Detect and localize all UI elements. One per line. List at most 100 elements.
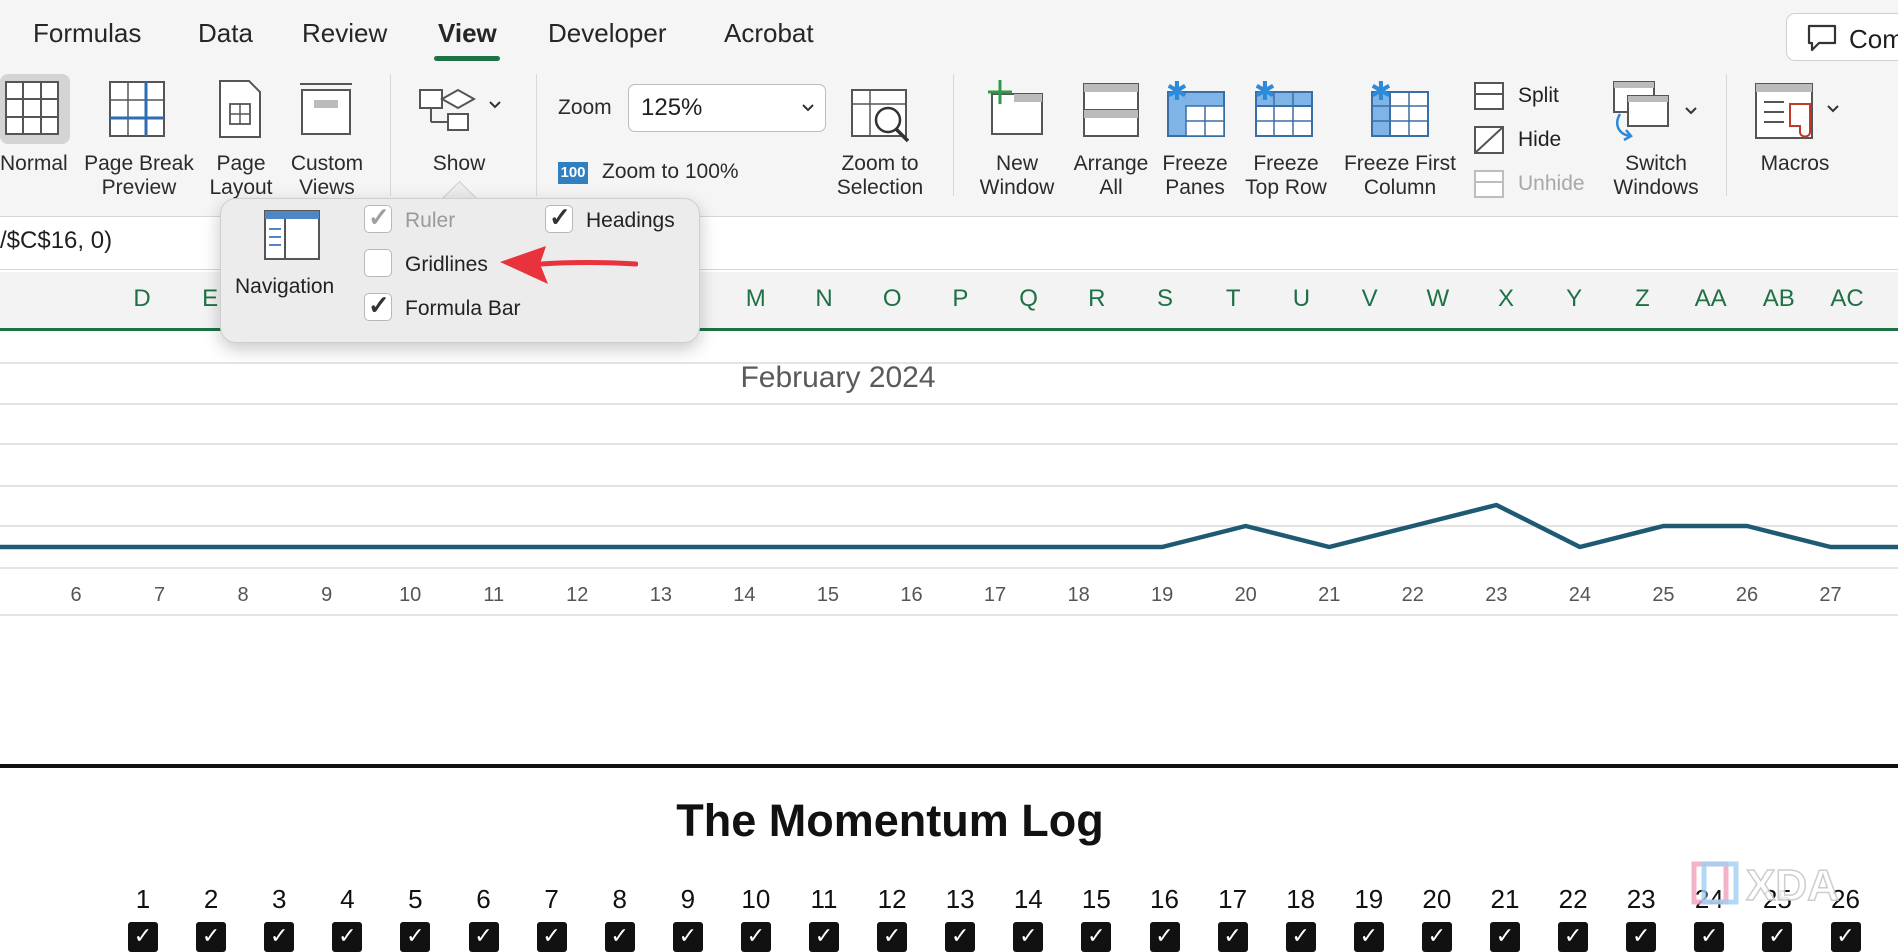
- x-tick-label: 6: [70, 584, 81, 606]
- day-checkbox[interactable]: ✓: [1626, 922, 1657, 952]
- column-header[interactable]: S: [1135, 285, 1195, 313]
- day-checkbox[interactable]: ✓: [1421, 922, 1452, 952]
- x-tick-label: 14: [733, 584, 755, 606]
- freeze-top-row-button[interactable]: ✱: [1252, 77, 1314, 138]
- day-number: 5: [408, 884, 423, 914]
- column-header[interactable]: W: [1408, 285, 1468, 313]
- day-checkbox[interactable]: ✓: [468, 922, 499, 952]
- column-header[interactable]: R: [1067, 285, 1127, 313]
- tab-data[interactable]: Data: [198, 18, 253, 49]
- tab-acrobat[interactable]: Acrobat: [724, 18, 814, 49]
- day-checkbox[interactable]: ✓: [1149, 922, 1180, 952]
- column-header[interactable]: M: [726, 285, 786, 313]
- svg-text:✱: ✱: [1166, 78, 1188, 107]
- day-checkbox[interactable]: ✓: [1013, 922, 1044, 952]
- day-checkbox[interactable]: ✓: [1694, 922, 1725, 952]
- normal-view-button[interactable]: [0, 74, 70, 144]
- day-checkbox[interactable]: ✓: [1285, 922, 1316, 952]
- page-layout-label: Page Layout: [209, 152, 273, 199]
- day-checkbox[interactable]: ✓: [945, 922, 976, 952]
- day-checkbox[interactable]: ✓: [740, 922, 771, 952]
- custom-views-button[interactable]: [296, 80, 356, 138]
- page-layout-button[interactable]: [217, 78, 263, 140]
- unhide-icon: [1474, 170, 1504, 198]
- day-checkbox[interactable]: ✓: [1217, 922, 1248, 952]
- column-header[interactable]: Q: [999, 285, 1059, 313]
- zoom-to-selection-button[interactable]: [850, 88, 912, 144]
- normal-view-icon: [5, 81, 59, 135]
- zoom-to-100-button[interactable]: 100 Zoom to 100%: [556, 160, 756, 190]
- navigation-button[interactable]: Navigation: [235, 209, 343, 309]
- column-header[interactable]: D: [112, 285, 172, 313]
- column-header[interactable]: AC: [1817, 285, 1877, 313]
- column-header[interactable]: Y: [1544, 285, 1604, 313]
- annotation-arrow-icon: [500, 246, 638, 284]
- day-checkbox[interactable]: ✓: [536, 922, 567, 952]
- split-icon: [1474, 82, 1504, 110]
- formula-bar-checkbox[interactable]: [364, 290, 392, 321]
- column-header[interactable]: V: [1340, 285, 1400, 313]
- column-header[interactable]: AA: [1681, 285, 1741, 313]
- switch-windows-button[interactable]: [1610, 80, 1700, 142]
- freeze-panes-button[interactable]: ✱: [1164, 77, 1226, 138]
- day-checkbox[interactable]: ✓: [196, 922, 227, 952]
- tab-view[interactable]: View: [438, 18, 497, 49]
- x-tick-label: 27: [1819, 584, 1841, 606]
- column-header[interactable]: X: [1476, 285, 1536, 313]
- day-number: 4: [340, 884, 355, 914]
- unhide-button[interactable]: Unhide: [1474, 170, 1604, 200]
- freeze-first-column-button[interactable]: ✱: [1368, 77, 1430, 138]
- day-checkbox[interactable]: ✓: [1830, 922, 1861, 952]
- page-break-preview-button[interactable]: [108, 80, 166, 138]
- day-number: 14: [1013, 884, 1043, 914]
- chevron-down-icon: [1685, 107, 1697, 115]
- gridlines-checkbox[interactable]: [364, 249, 392, 277]
- tab-formulas[interactable]: Formulas: [33, 18, 141, 49]
- split-button[interactable]: Split: [1474, 82, 1594, 112]
- day-checkbox[interactable]: ✓: [264, 922, 295, 952]
- zoom-100-icon: 100: [558, 162, 588, 184]
- day-checkbox[interactable]: ✓: [672, 922, 703, 952]
- chevron-down-icon: [802, 104, 814, 112]
- ruler-checkbox[interactable]: [364, 202, 392, 233]
- day-number: 2: [203, 884, 219, 914]
- arrange-all-button[interactable]: [1082, 82, 1140, 138]
- new-window-label: New Window: [979, 152, 1055, 199]
- comments-button[interactable]: Com: [1786, 13, 1898, 61]
- show-icon: [419, 88, 477, 131]
- column-header[interactable]: N: [794, 285, 854, 313]
- show-button[interactable]: [418, 84, 504, 136]
- column-header[interactable]: T: [1203, 285, 1263, 313]
- day-checkbox[interactable]: ✓: [332, 922, 363, 952]
- day-checkbox[interactable]: ✓: [809, 922, 839, 952]
- day-checkbox[interactable]: ✓: [1762, 922, 1793, 952]
- macros-button[interactable]: [1754, 82, 1844, 142]
- column-header[interactable]: AB: [1749, 285, 1809, 313]
- day-checkbox[interactable]: ✓: [604, 922, 635, 952]
- headings-checkbox[interactable]: [545, 202, 573, 233]
- svg-text:✱: ✱: [1370, 78, 1392, 107]
- day-checkbox[interactable]: ✓: [1081, 922, 1112, 952]
- column-header[interactable]: O: [862, 285, 922, 313]
- column-header[interactable]: U: [1271, 285, 1331, 313]
- day-checkbox[interactable]: ✓: [400, 922, 431, 952]
- day-number: 10: [741, 884, 771, 914]
- zoom-select[interactable]: 125%: [628, 84, 826, 132]
- ribbon: Normal Page Break Preview Page Layout Cu…: [0, 66, 1898, 217]
- day-checkbox[interactable]: ✓: [1353, 922, 1384, 952]
- tab-developer[interactable]: Developer: [548, 18, 667, 49]
- day-checkbox[interactable]: ✓: [1558, 922, 1589, 952]
- day-number: 13: [945, 884, 975, 914]
- column-header[interactable]: P: [930, 285, 990, 313]
- tab-review[interactable]: Review: [302, 18, 387, 49]
- column-header[interactable]: Z: [1612, 285, 1672, 313]
- x-tick-label: 15: [817, 584, 839, 606]
- day-checkbox[interactable]: ✓: [1490, 922, 1520, 952]
- formula-text: /$C$16, 0): [0, 227, 113, 254]
- formula-bar-label: Formula Bar: [405, 297, 521, 320]
- hide-button[interactable]: Hide: [1474, 126, 1594, 156]
- day-checkbox[interactable]: ✓: [128, 922, 158, 952]
- new-window-button[interactable]: [986, 80, 1046, 138]
- column-header[interactable]: AD: [1885, 285, 1898, 313]
- day-checkbox[interactable]: ✓: [877, 922, 908, 952]
